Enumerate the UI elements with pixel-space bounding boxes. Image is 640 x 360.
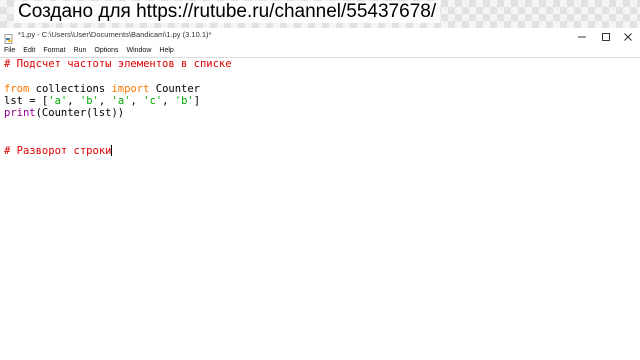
code-token: , [162,95,175,107]
keyword-token: import [111,83,150,95]
code-token: , [98,95,112,107]
code-line-1: # Подсчет частоты элементов в списке [4,58,232,71]
keyword-token: from [4,83,30,95]
menu-help[interactable]: Help [155,45,177,57]
string-token: 'a' [48,95,68,107]
watermark-banner: Создано для https://rutube.ru/channel/55… [0,0,640,28]
window-title: *1.py - C:\Users\User\Documents\Bandicam… [18,30,212,39]
string-token: 'b' [174,95,194,107]
code-line-8: # Разворот строки [4,145,113,158]
minimize-button[interactable] [570,28,594,45]
close-button[interactable] [616,28,640,45]
menu-window[interactable]: Window [122,45,155,57]
close-icon [624,32,632,41]
code-editor[interactable]: # Подсчет частоты элементов в списке fro… [0,58,640,360]
code-token: (Counter(lst)) [35,107,125,119]
code-token: , [67,95,80,107]
window-titlebar[interactable]: *1.py - C:\Users\User\Documents\Bandicam… [0,28,640,46]
menu-format[interactable]: Format [39,45,69,57]
menu-edit[interactable]: Edit [19,45,39,57]
python-file-icon [4,31,14,44]
comment-token: # Разворот строки [4,145,112,157]
string-token: 'a' [111,95,131,107]
string-token: 'b' [79,95,99,107]
builtin-token: print [4,107,36,119]
code-token: , [130,95,144,107]
code-token: ] [193,95,201,107]
minimize-icon [578,36,586,37]
code-line-5: print(Counter(lst)) [4,107,124,120]
text-cursor [111,145,113,156]
code-token: lst = [ [4,95,49,107]
menu-options[interactable]: Options [90,45,122,57]
banner-text: Создано для https://rutube.ru/channel/55… [14,1,441,23]
code-token: collections [29,83,112,95]
code-token: Counter [149,83,200,95]
string-token: 'c' [143,95,163,107]
maximize-icon [602,32,610,41]
menu-file[interactable]: File [0,45,19,57]
maximize-button[interactable] [594,28,618,45]
menu-run[interactable]: Run [70,45,91,57]
comment-token: # Подсчет частоты элементов в списке [4,58,232,70]
menu-bar: File Edit Format Run Options Window Help [0,45,640,58]
